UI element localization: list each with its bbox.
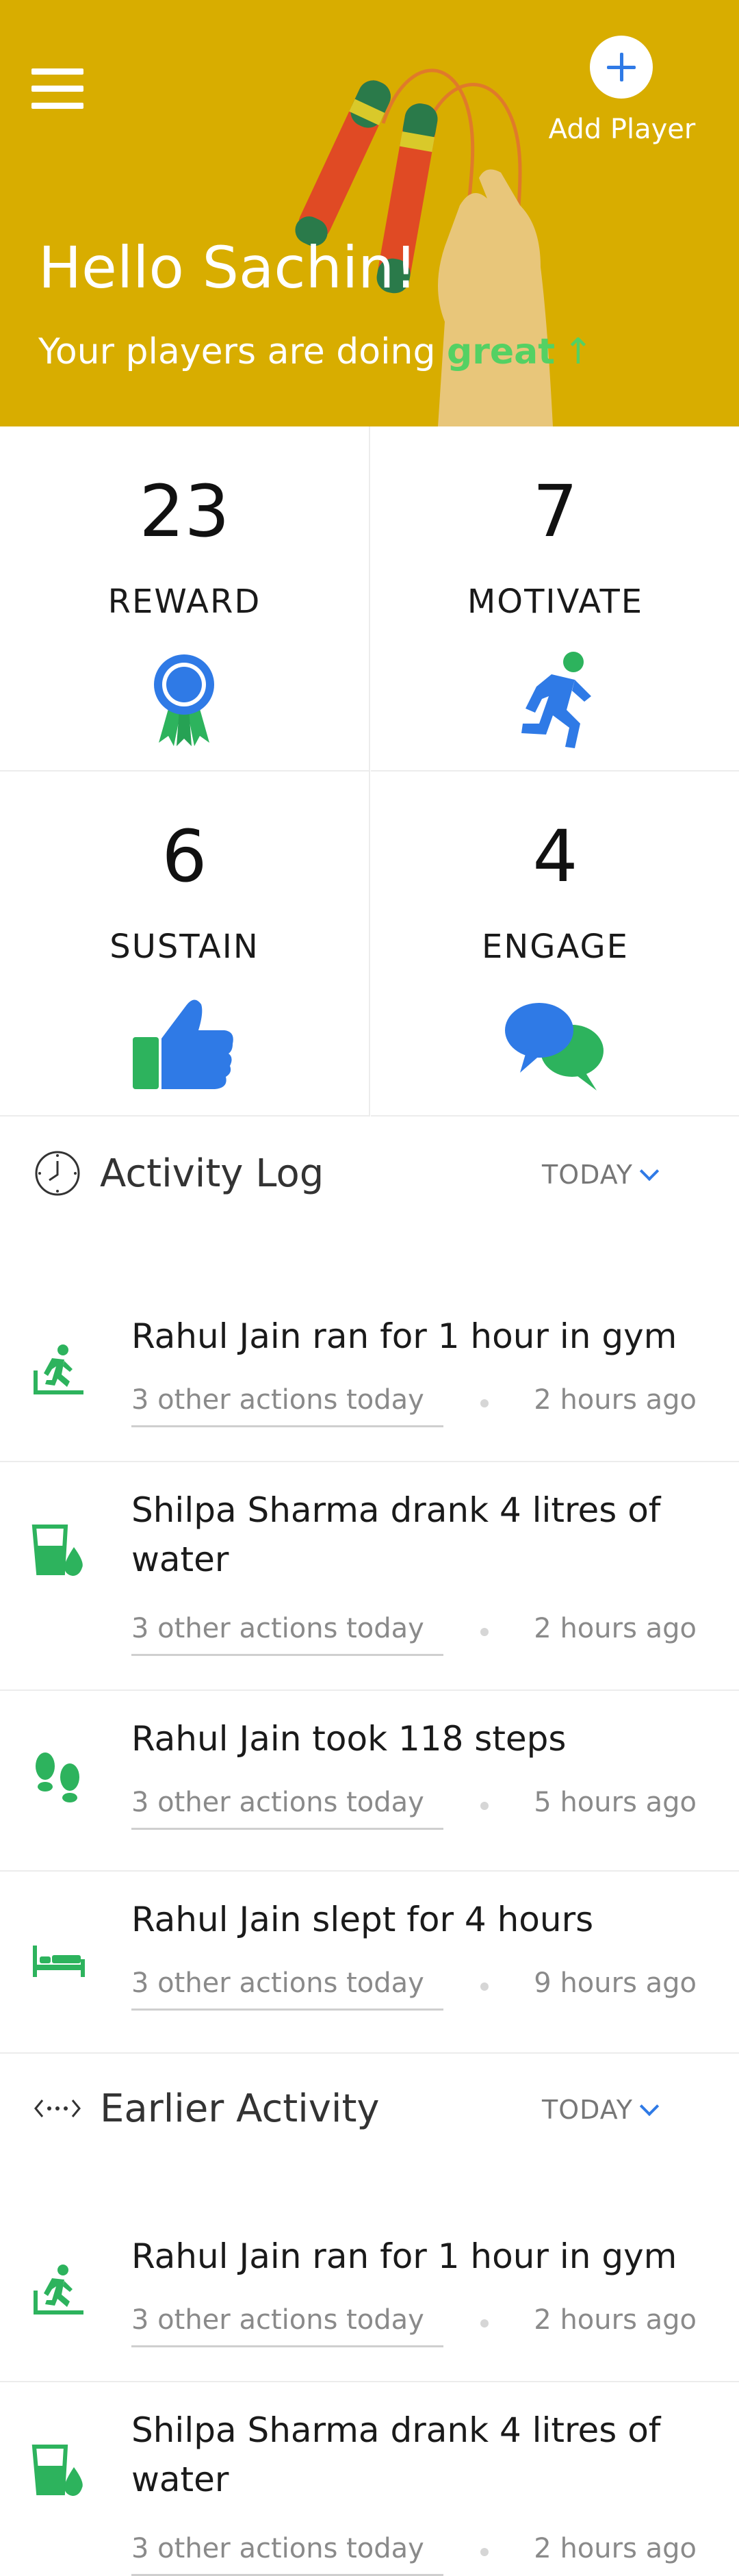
water-glass-icon	[31, 2445, 83, 2496]
activity-meta: 3 other actions today 2 hours ago	[131, 2304, 697, 2347]
add-player-button[interactable]	[590, 36, 653, 99]
treadmill-icon	[34, 1344, 83, 1394]
ribbon-award-icon	[154, 654, 214, 746]
stat-label: MOTIVATE	[467, 583, 644, 621]
activity-meta: 3 other actions today 9 hours ago	[131, 1967, 697, 2011]
stat-card-sustain[interactable]: 6 SUSTAIN	[0, 771, 370, 1117]
thumbs-up-icon	[133, 999, 233, 1089]
activity-meta: 3 other actions today 2 hours ago	[131, 2533, 697, 2576]
stat-label: REWARD	[107, 583, 261, 621]
bed-icon	[33, 1946, 85, 1977]
activity-meta: 3 other actions today 2 hours ago	[131, 1613, 697, 1656]
time-ago: 9 hours ago	[534, 1967, 697, 1999]
ellipsis-code-icon	[34, 2100, 81, 2117]
running-person-icon	[521, 652, 591, 748]
activity-log-header: Activity Log TODAY	[0, 1117, 739, 1227]
add-player-label[interactable]: Add Player	[534, 114, 710, 145]
other-actions-link[interactable]: 3 other actions today	[131, 2533, 443, 2576]
greeting-subtitle: Your players are doing great ↑	[38, 331, 593, 372]
stat-label: SUSTAIN	[109, 928, 259, 966]
activity-text: Rahul Jain ran for 1 hour in gym	[131, 2236, 677, 2276]
separator-dot	[480, 1802, 489, 1810]
activity-filter-dropdown[interactable]: TODAY	[542, 1160, 660, 1190]
activity-text: Rahul Jain took 118 steps	[131, 1719, 567, 1759]
stat-card-engage[interactable]: 4 ENGAGE	[371, 771, 739, 1117]
filter-value: TODAY	[542, 2095, 633, 2125]
treadmill-icon	[34, 2265, 83, 2314]
filter-value: TODAY	[542, 1160, 633, 1190]
stat-card-reward[interactable]: 23 REWARD	[0, 426, 370, 771]
footsteps-icon	[36, 1752, 79, 1802]
stat-value: 7	[532, 470, 578, 553]
section-title: Activity Log	[100, 1151, 324, 1196]
stat-card-motivate[interactable]: 7 MOTIVATE	[371, 426, 739, 771]
activity-item[interactable]: Shilpa Sharma drank 4 litres of water 3 …	[0, 2381, 739, 2576]
up-arrow-icon: ↑	[563, 331, 593, 372]
time-ago: 2 hours ago	[534, 1613, 697, 1644]
subtitle-emphasis: great	[447, 331, 556, 372]
stat-value: 23	[139, 470, 230, 553]
greeting-title: Hello Sachin!	[38, 234, 418, 301]
subtitle-text: Your players are doing	[38, 331, 448, 372]
other-actions-link[interactable]: 3 other actions today	[131, 2304, 443, 2347]
water-glass-icon	[31, 1525, 83, 1576]
activity-item[interactable]: Shilpa Sharma drank 4 litres of water 3 …	[0, 1461, 739, 1691]
time-ago: 5 hours ago	[534, 1787, 697, 1818]
activity-meta: 3 other actions today 2 hours ago	[131, 1384, 697, 1427]
separator-dot	[480, 1399, 489, 1407]
activity-item[interactable]: Rahul Jain ran for 1 hour in gym 3 other…	[0, 1287, 739, 1462]
time-ago: 2 hours ago	[534, 2304, 697, 2336]
section-title: Earlier Activity	[100, 2087, 380, 2131]
activity-text: Shilpa Sharma drank 4 litres of water	[131, 1490, 661, 1579]
other-actions-link[interactable]: 3 other actions today	[131, 1967, 443, 2011]
hamburger-menu-icon[interactable]	[31, 68, 83, 112]
separator-dot	[480, 1628, 489, 1636]
stat-value: 6	[161, 815, 207, 898]
separator-dot	[480, 2319, 489, 2328]
other-actions-link[interactable]: 3 other actions today	[131, 1613, 443, 1656]
stat-label: ENGAGE	[482, 928, 629, 966]
separator-dot	[480, 2548, 489, 2556]
activity-text: Rahul Jain ran for 1 hour in gym	[131, 1316, 677, 1356]
earlier-filter-dropdown[interactable]: TODAY	[542, 2095, 660, 2125]
activity-item[interactable]: Rahul Jain slept for 4 hours 3 other act…	[0, 1870, 739, 2054]
stats-grid: 23 REWARD 7 MOTIVATE 6 SUSTAIN 4 ENGAGE	[0, 426, 739, 1117]
activity-text: Rahul Jain slept for 4 hours	[131, 1900, 594, 1939]
chevron-down-icon	[639, 1161, 660, 1182]
activity-item[interactable]: Rahul Jain ran for 1 hour in gym 3 other…	[0, 2207, 739, 2382]
chat-bubbles-icon	[505, 1003, 604, 1091]
earlier-activity-header: Earlier Activity TODAY	[0, 2052, 739, 2162]
other-actions-link[interactable]: 3 other actions today	[131, 1384, 443, 1427]
separator-dot	[480, 1982, 489, 1991]
stat-value: 4	[532, 815, 578, 898]
header-banner: Add Player Hello Sachin! Your players ar…	[0, 0, 739, 426]
chevron-down-icon	[639, 2096, 660, 2117]
activity-meta: 3 other actions today 5 hours ago	[131, 1787, 697, 1830]
time-ago: 2 hours ago	[534, 2533, 697, 2564]
clock-icon	[35, 1151, 80, 1196]
time-ago: 2 hours ago	[534, 1384, 697, 1416]
activity-text: Shilpa Sharma drank 4 litres of water	[131, 2410, 661, 2499]
other-actions-link[interactable]: 3 other actions today	[131, 1787, 443, 1830]
activity-item[interactable]: Rahul Jain took 118 steps 3 other action…	[0, 1689, 739, 1872]
